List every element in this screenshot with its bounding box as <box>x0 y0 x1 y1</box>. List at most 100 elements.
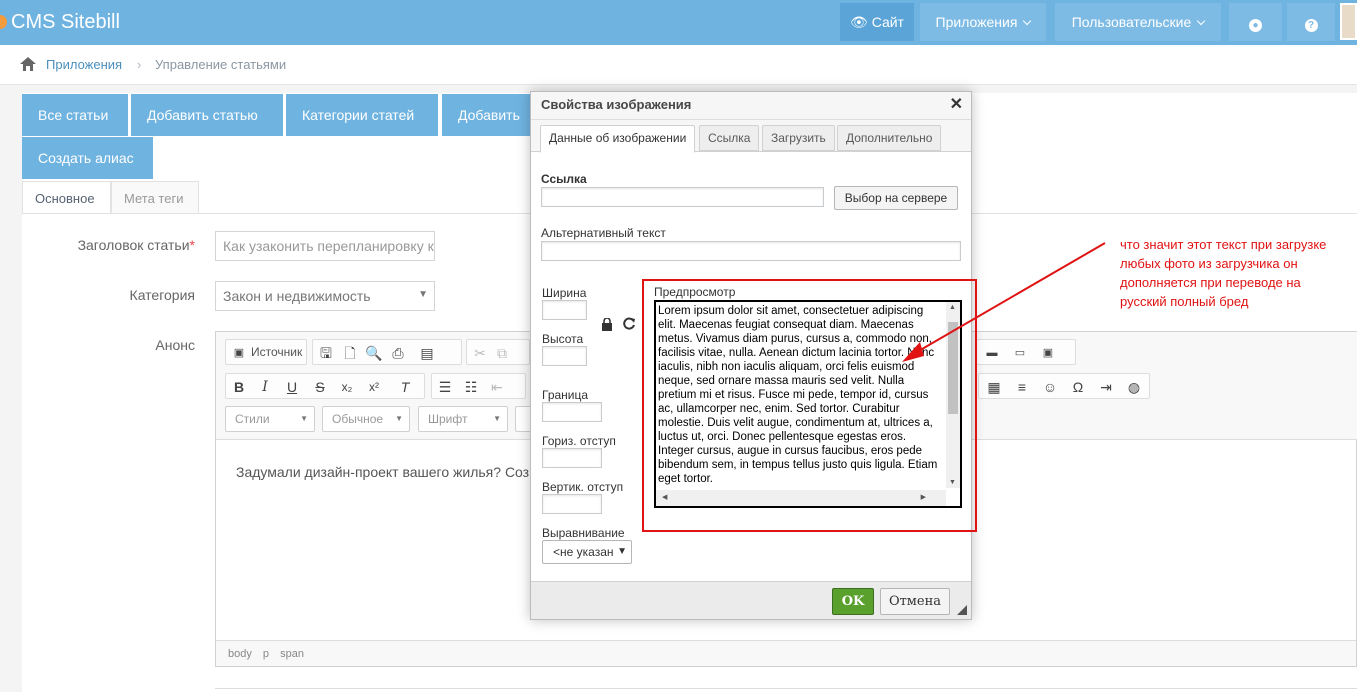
copy-icon[interactable]: ⧉ <box>493 344 511 362</box>
iframe-icon[interactable]: ◍ <box>1125 378 1143 396</box>
home-icon[interactable] <box>20 57 36 71</box>
title-input[interactable]: Как узаконить перепланировку к <box>215 231 435 261</box>
ok-button[interactable]: OK <box>832 588 874 615</box>
align-select[interactable]: <не указан ▼ <box>542 540 632 564</box>
border-input[interactable] <box>542 402 602 422</box>
article-categories-button[interactable]: Категории статей <box>286 94 438 136</box>
url-label: Ссылка <box>541 172 587 186</box>
templates-icon[interactable]: ▤ <box>418 344 436 362</box>
height-label: Высота <box>542 332 584 346</box>
hspace-label: Гориз. отступ <box>542 434 616 448</box>
superscript-icon[interactable]: x² <box>365 378 383 396</box>
user-menu[interactable]: Пользовательские <box>1055 3 1221 41</box>
path-body[interactable]: body <box>228 648 252 660</box>
category-label: Категория <box>129 287 195 303</box>
styles-dropdown[interactable]: Стили ▼ <box>225 406 315 432</box>
annotation-arrow-icon <box>902 242 1106 362</box>
chevron-down-icon <box>1023 16 1032 26</box>
dialog-footer: OK Отмена <box>531 581 971 619</box>
align-value: <не указан <box>553 545 614 559</box>
subscript-icon[interactable]: x₂ <box>338 378 356 396</box>
outdent-icon[interactable]: ⇤ <box>488 378 506 396</box>
chevron-down-icon <box>1197 16 1206 26</box>
format-label: Обычное <box>332 412 384 426</box>
breadcrumb-apps[interactable]: Приложения <box>46 57 122 72</box>
lock-icon[interactable] <box>601 318 613 331</box>
title-label: Заголовок статьи* <box>77 237 195 253</box>
close-icon[interactable]: ✕ <box>950 96 963 114</box>
tab-meta[interactable]: Мета теги <box>111 181 199 214</box>
special-char-icon[interactable]: Ω <box>1069 378 1087 396</box>
height-input[interactable] <box>542 346 587 366</box>
globe-button[interactable]: ● <box>1229 3 1282 41</box>
resize-handle-icon[interactable] <box>957 605 967 615</box>
help-button[interactable]: ? <box>1287 3 1335 41</box>
vspace-input[interactable] <box>542 494 602 514</box>
editor-body-text[interactable]: Задумали дизайн-проект вашего жилья? Соз <box>236 464 536 480</box>
add-button[interactable]: Добавить <box>442 94 532 136</box>
italic-icon[interactable]: I <box>256 378 274 396</box>
font-label: Шрифт <box>428 412 468 426</box>
help-icon: ? <box>1304 19 1318 32</box>
width-label: Ширина <box>542 286 587 300</box>
site-button[interactable]: 👁 Сайт <box>840 3 914 41</box>
add-article-button[interactable]: Добавить статью <box>131 94 283 136</box>
all-articles-button[interactable]: Все статьи <box>22 94 128 136</box>
brand-logo[interactable]: CMS Sitebill <box>0 10 120 35</box>
select-arrow-icon: ▼ <box>418 289 428 300</box>
tab-upload[interactable]: Загрузить <box>762 125 835 151</box>
eye-icon: 👁 <box>850 14 868 30</box>
tab-main[interactable]: Основное <box>22 181 111 214</box>
format-group: B I U S x₂ x² T <box>225 373 425 399</box>
align-label: Выравнивание <box>542 526 625 540</box>
cut-icon[interactable]: ✂ <box>471 344 489 362</box>
preview-icon[interactable]: 🔍 <box>365 344 383 362</box>
width-input[interactable] <box>542 300 587 320</box>
numbered-list-icon[interactable]: ☰ <box>436 378 454 396</box>
reset-size-icon[interactable] <box>623 317 636 330</box>
site-label: Сайт <box>871 14 904 30</box>
horizontal-rule-icon[interactable]: ≡ <box>1013 378 1031 396</box>
new-page-icon[interactable]: 🗋 <box>341 344 359 362</box>
hspace-input[interactable] <box>542 448 602 468</box>
doc-tools-group: 🖫 🗋 🔍 ⎙ ▤ <box>312 339 462 365</box>
tab-image-info[interactable]: Данные об изображении <box>540 125 696 153</box>
format-dropdown[interactable]: Обычное ▼ <box>322 406 410 432</box>
category-select[interactable]: Закон и недвижимость ▼ <box>215 281 435 311</box>
source-label: Источник <box>251 345 303 359</box>
breadcrumb: Приложения › Управление статьями <box>0 45 1357 85</box>
apps-label: Приложения <box>935 14 1018 30</box>
clipboard-group: ✂ ⧉ <box>466 339 530 365</box>
insert-group-2: ▦ ≡ ☺ Ω ⇥ ◍ <box>978 373 1150 399</box>
editor-path-bar: body p span <box>216 640 1356 666</box>
vspace-label: Вертик. отступ <box>542 480 624 494</box>
font-dropdown[interactable]: Шрифт ▼ <box>418 406 508 432</box>
url-input[interactable] <box>541 187 824 207</box>
brand-icon <box>0 15 7 29</box>
smiley-icon[interactable]: ☺ <box>1041 378 1059 396</box>
path-span[interactable]: span <box>280 648 304 660</box>
underline-icon[interactable]: U <box>283 378 301 396</box>
apps-menu[interactable]: Приложения <box>920 3 1046 41</box>
bold-icon[interactable]: B <box>230 378 248 396</box>
source-button[interactable]: ▣ Источник <box>225 339 307 365</box>
avatar[interactable] <box>1340 3 1357 40</box>
table-icon[interactable]: ▦ <box>985 378 1003 396</box>
path-p[interactable]: p <box>263 648 269 660</box>
create-alias-button[interactable]: Создать алиас <box>22 137 153 179</box>
bottom-divider <box>215 688 1357 689</box>
page-break-icon[interactable]: ⇥ <box>1097 378 1115 396</box>
dialog-title[interactable]: Свойства изображения ✕ <box>531 92 971 120</box>
tab-advanced[interactable]: Дополнительно <box>837 125 942 151</box>
dialog-tabs: Данные об изображении Ссылка Загрузить Д… <box>531 120 971 153</box>
announce-label: Анонс <box>155 337 195 353</box>
browse-server-button[interactable]: Выбор на сервере <box>834 186 958 210</box>
remove-format-icon[interactable]: T <box>396 378 414 396</box>
tab-link[interactable]: Ссылка <box>699 125 760 151</box>
bullet-list-icon[interactable]: ☷ <box>462 378 480 396</box>
save-icon[interactable]: 🖫 <box>317 344 335 362</box>
print-icon[interactable]: ⎙ <box>389 344 407 362</box>
strike-icon[interactable]: S <box>311 378 329 396</box>
cancel-button[interactable]: Отмена <box>880 588 950 615</box>
list-group: ☰ ☷ ⇤ <box>431 373 526 399</box>
